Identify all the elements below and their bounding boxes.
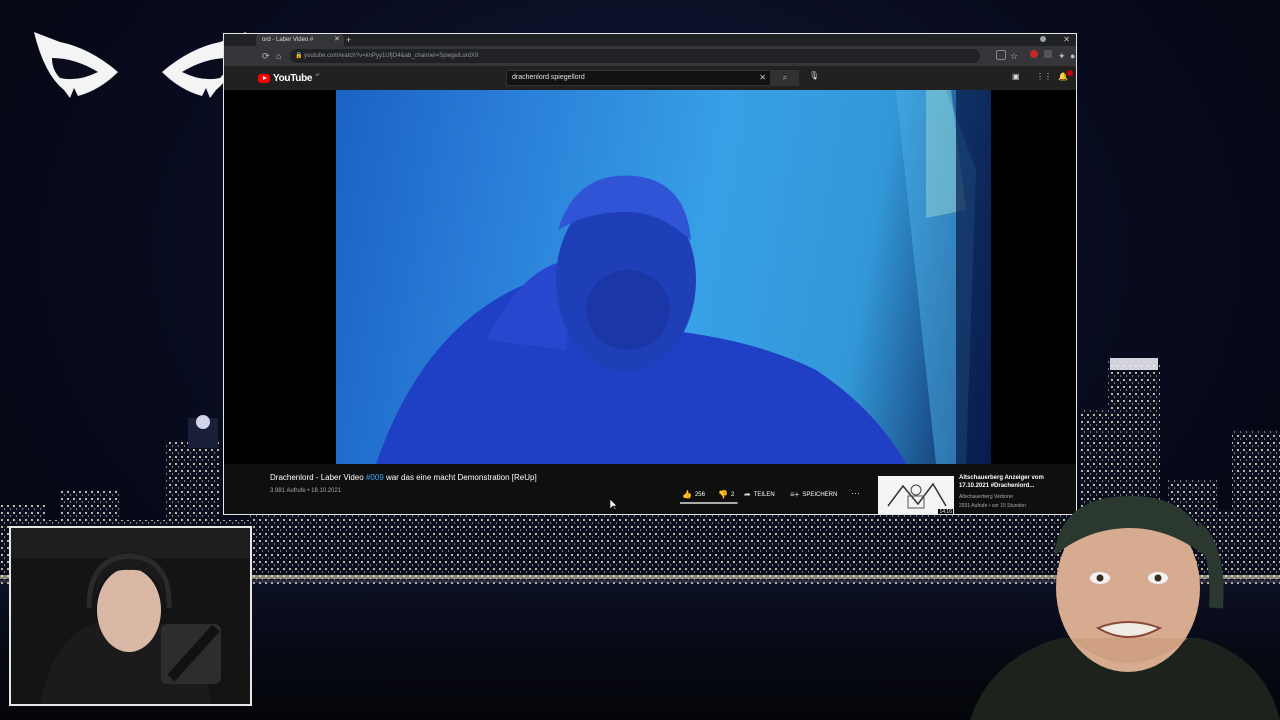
url-field[interactable]: 🔒 youtube.com/watch?v=knPyy1UfjO4&ab_cha… — [290, 49, 980, 63]
video-person-silhouette — [376, 90, 991, 464]
save-playlist-icon: ≡+ — [790, 490, 800, 499]
like-button[interactable]: 👍 256 — [682, 490, 705, 499]
browser-window: ord - Laber Video # ✕ + ✕ ⟳ ⌂ 🔒 youtube.… — [223, 33, 1077, 515]
window-close-icon[interactable]: ✕ — [1063, 34, 1070, 46]
youtube-country-code: AT — [315, 71, 321, 77]
streamer-webcam-left — [9, 526, 252, 706]
clear-search-icon[interactable]: ✕ — [759, 71, 766, 85]
streamer-left-figure — [11, 528, 250, 704]
streamer-webcam-right — [970, 488, 1280, 720]
like-count: 256 — [694, 491, 705, 498]
video-title-suffix: war das eine macht Demonstration [ReUp] — [383, 473, 537, 482]
save-label: SPEICHERN — [802, 491, 838, 498]
window-control-icon[interactable] — [1040, 36, 1046, 42]
reload-icon[interactable]: ⟳ — [262, 50, 270, 62]
youtube-logo[interactable]: YouTube AT — [258, 71, 320, 85]
profile-icon[interactable]: ● — [1070, 50, 1075, 62]
youtube-wordmark: YouTube — [273, 72, 313, 84]
share-label: TEILEN — [753, 491, 775, 498]
mask-eye-logo-left — [34, 32, 118, 98]
more-actions-icon[interactable]: ⋯ — [851, 488, 860, 499]
adblock-extension-icon[interactable] — [1030, 50, 1038, 58]
search-query: drachenlord spiegellord — [512, 74, 585, 81]
apps-grid-icon[interactable]: ⋮⋮ — [1036, 72, 1052, 81]
video-title-prefix: Drachenlord - Laber Video — [270, 473, 366, 482]
video-meta: 3.981 Aufrufe • 18.10.2021 — [270, 488, 342, 494]
youtube-play-icon — [258, 73, 270, 83]
extension-icon[interactable] — [1044, 50, 1052, 58]
dislike-count: 2 — [730, 491, 735, 498]
tab-close-icon[interactable]: ✕ — [334, 34, 340, 46]
search-button[interactable]: ⌕ — [771, 70, 799, 86]
tab-title: ord - Laber Video # — [262, 37, 314, 43]
youtube-header: YouTube AT drachenlord spiegellord ✕ ⌕ 🎙… — [224, 66, 1076, 90]
address-bar: ⟳ ⌂ 🔒 youtube.com/watch?v=knPyy1UfjO4&ab… — [224, 46, 1076, 66]
video-hashtag-link[interactable]: #009 — [366, 473, 384, 482]
like-ratio-fill — [680, 502, 738, 504]
search-icon: ⌕ — [782, 73, 788, 82]
save-button[interactable]: ≡+ SPEICHERN — [790, 490, 837, 499]
recommendation-duration: 14:16 — [938, 509, 953, 515]
create-video-icon[interactable]: ▣ — [1012, 72, 1020, 81]
star-icon[interactable]: ☆ — [1010, 50, 1018, 62]
streamer-right-figure — [970, 496, 1280, 720]
thumbs-down-icon: 👎 — [718, 490, 728, 499]
video-info-panel: Drachenlord - Laber Video #009 war das e… — [224, 464, 1076, 515]
plus-icon[interactable]: + — [346, 34, 351, 46]
puzzle-icon[interactable]: ✦ — [1058, 50, 1066, 62]
notification-badge — [1067, 70, 1073, 76]
share-button[interactable]: ➦ TEILEN — [744, 490, 775, 499]
thumbs-up-icon: 👍 — [682, 490, 692, 499]
tab-bar: ord - Laber Video # ✕ + ✕ — [224, 34, 1076, 46]
mouse-cursor-icon — [610, 499, 618, 511]
microphone-icon[interactable]: 🎙 — [809, 71, 819, 80]
video-title: Drachenlord - Laber Video #009 war das e… — [270, 473, 537, 482]
recommendation-thumbnail[interactable]: 14:16 — [878, 476, 954, 515]
search-input[interactable]: drachenlord spiegellord ✕ — [506, 70, 771, 86]
browser-tab[interactable]: ord - Laber Video # ✕ — [256, 34, 344, 46]
home-icon[interactable]: ⌂ — [276, 50, 281, 62]
video-frame[interactable] — [336, 90, 991, 464]
like-ratio-bar — [680, 502, 738, 504]
dislike-button[interactable]: 👎 2 — [718, 490, 734, 499]
extension-icon[interactable] — [996, 50, 1006, 60]
lock-icon: 🔒 — [295, 53, 303, 59]
video-player[interactable] — [224, 90, 1076, 464]
url-text: youtube.com/watch?v=knPyy1UfjO4&ab_chann… — [304, 53, 479, 59]
share-icon: ➦ — [744, 490, 751, 499]
